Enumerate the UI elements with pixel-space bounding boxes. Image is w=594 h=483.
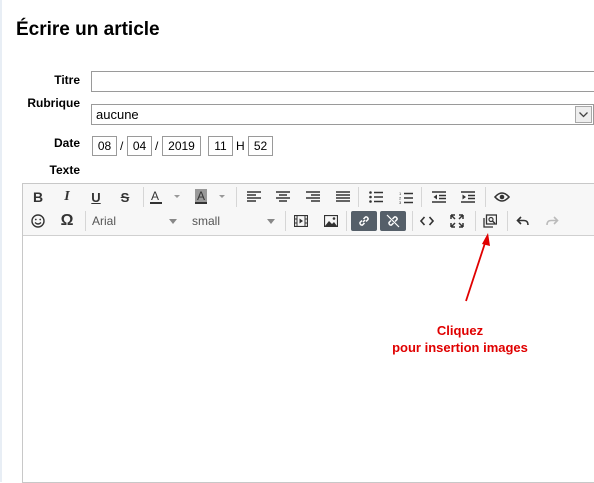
annotation-line-2: pour insertion images (392, 340, 528, 355)
annotation-text: Cliquez pour insertion images (370, 322, 550, 356)
annotation-line-1: Cliquez (436, 323, 484, 338)
annotation-arrow (465, 233, 490, 302)
